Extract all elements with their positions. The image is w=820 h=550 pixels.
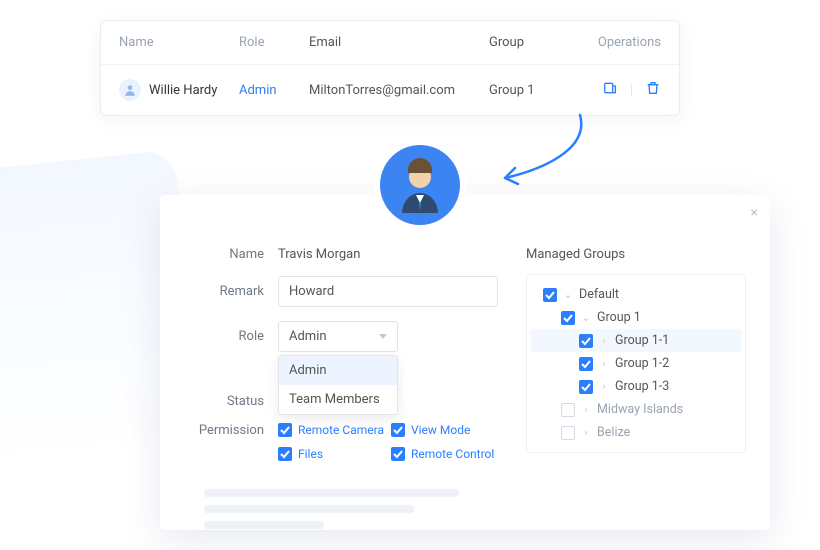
form-left: Name Travis Morgan Remark Role Admin Adm… — [184, 247, 504, 512]
th-role: Role — [239, 35, 309, 50]
th-name: Name — [119, 35, 239, 50]
table-row[interactable]: Willie Hardy Admin MiltonTorres@gmail.co… — [101, 64, 679, 115]
group-label: Default — [579, 287, 619, 302]
chevron-down-icon[interactable]: ⌄ — [581, 311, 591, 324]
perm-check-files[interactable] — [278, 447, 292, 461]
chevron-right-icon[interactable]: › — [599, 334, 609, 347]
tree-row[interactable]: › Group 1-3 — [531, 375, 741, 398]
arrow-icon — [490, 110, 600, 190]
perm-check-remote-control[interactable] — [391, 447, 405, 461]
group-label: Group 1-3 — [615, 379, 669, 394]
field-role: Role Admin Admin Team Members — [184, 321, 504, 352]
group-checkbox[interactable] — [561, 403, 575, 417]
name-value: Travis Morgan — [278, 247, 360, 262]
th-ops: Operations — [569, 35, 661, 50]
group-label: Group 1-2 — [615, 356, 669, 371]
trash-icon[interactable] — [645, 80, 661, 100]
cell-email: MiltonTorres@gmail.com — [309, 83, 489, 98]
perm-label: Files — [298, 447, 323, 461]
cell-role[interactable]: Admin — [239, 83, 309, 98]
role-select-value: Admin — [289, 329, 327, 344]
skeleton-placeholder — [184, 489, 504, 529]
avatar — [380, 145, 460, 225]
cell-ops: | — [569, 80, 661, 100]
chevron-down-icon[interactable]: ⌄ — [563, 288, 573, 301]
group-checkbox[interactable] — [561, 311, 575, 325]
label-status: Status — [184, 394, 264, 409]
label-remark: Remark — [184, 284, 264, 299]
group-checkbox[interactable] — [543, 288, 557, 302]
user-form-card: × Name Travis Morgan Remark Role Admin A… — [160, 195, 770, 530]
group-checkbox[interactable] — [579, 357, 593, 371]
cell-group: Group 1 — [489, 83, 569, 98]
perm-check-view-mode[interactable] — [391, 423, 405, 437]
label-role: Role — [184, 329, 264, 344]
role-option-admin[interactable]: Admin — [279, 356, 397, 385]
perm-label: Remote Camera — [298, 423, 384, 437]
tree-row[interactable]: › Midway Islands — [531, 398, 741, 421]
role-option-team-members[interactable]: Team Members — [279, 385, 397, 414]
label-name: Name — [184, 247, 264, 262]
chevron-right-icon[interactable]: › — [599, 380, 609, 393]
groups-tree: ⌄ Default ⌄ Group 1 › Group 1-1 › Group 1-2 › Gro… — [526, 274, 746, 453]
group-checkbox[interactable] — [561, 426, 575, 440]
tree-row[interactable]: › Group 1-2 — [531, 352, 741, 375]
group-label: Group 1 — [597, 310, 641, 325]
field-remark: Remark — [184, 276, 504, 307]
chevron-right-icon[interactable]: › — [581, 426, 591, 439]
group-label: Midway Islands — [597, 402, 683, 417]
chevron-right-icon[interactable]: › — [599, 357, 609, 370]
tree-row[interactable]: › Belize — [531, 421, 741, 444]
close-icon[interactable]: × — [751, 205, 758, 221]
perm-check-remote-camera[interactable] — [278, 423, 292, 437]
cell-name-text: Willie Hardy — [149, 83, 217, 98]
users-table: Name Role Email Group Operations Willie … — [100, 20, 680, 116]
tree-row[interactable]: › Group 1-1 — [531, 329, 741, 352]
perm-label: View Mode — [411, 423, 470, 437]
cell-name: Willie Hardy — [119, 79, 239, 101]
chevron-down-icon — [379, 334, 387, 339]
form-right: Managed Groups ⌄ Default ⌄ Group 1 › Group 1-… — [526, 247, 746, 512]
group-checkbox[interactable] — [579, 380, 593, 394]
th-group: Group — [489, 35, 569, 50]
th-email: Email — [309, 35, 489, 50]
edit-icon[interactable] — [602, 80, 618, 100]
role-select[interactable]: Admin — [278, 321, 398, 352]
avatar-icon — [119, 79, 141, 101]
chevron-right-icon[interactable]: › — [581, 403, 591, 416]
field-name: Name Travis Morgan — [184, 247, 504, 262]
field-permission: Permission Remote Camera View Mode F — [184, 423, 504, 471]
label-permission: Permission — [184, 423, 264, 438]
group-label: Group 1-1 — [615, 333, 669, 348]
role-dropdown: Admin Team Members — [278, 355, 398, 415]
perm-label: Remote Control — [411, 447, 494, 461]
group-label: Belize — [597, 425, 630, 440]
tree-row[interactable]: ⌄ Group 1 — [531, 306, 741, 329]
tree-row[interactable]: ⌄ Default — [531, 283, 741, 306]
group-checkbox[interactable] — [579, 334, 593, 348]
managed-groups-title: Managed Groups — [526, 247, 746, 262]
remark-input[interactable] — [278, 276, 498, 307]
table-header: Name Role Email Group Operations — [101, 21, 679, 64]
separator: | — [630, 83, 633, 98]
